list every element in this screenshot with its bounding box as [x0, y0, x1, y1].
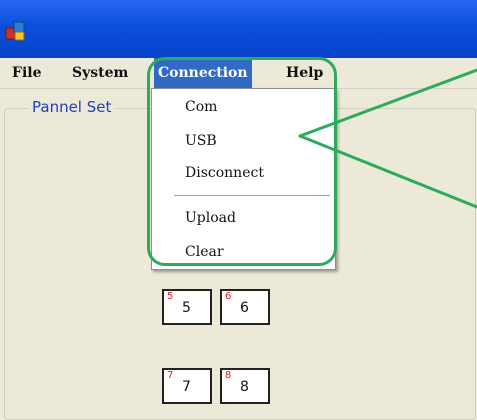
connection-dropdown-menu: Com USB Disconnect Upload Clear [151, 88, 336, 270]
pannel-box-5[interactable]: 5 5 [162, 289, 212, 325]
pannel-box-6[interactable]: 6 6 [220, 289, 270, 325]
menu-file[interactable]: File [8, 58, 45, 88]
menu-help[interactable]: Help [282, 58, 327, 88]
app-icon [5, 21, 25, 41]
menu-item-com[interactable]: Com [185, 99, 217, 115]
pannel-box-7[interactable]: 7 7 [162, 368, 212, 404]
pannel-index: 6 [225, 291, 232, 302]
pannel-index: 8 [225, 370, 232, 381]
menu-item-usb[interactable]: USB [185, 133, 217, 149]
menu-separator [174, 195, 330, 197]
menu-system[interactable]: System [68, 58, 132, 88]
pannel-set-legend: Pannel Set [28, 98, 116, 116]
pannel-index: 7 [167, 370, 174, 381]
menu-bar: File System Connection Help [0, 58, 477, 89]
pannel-label: 5 [182, 300, 191, 316]
pannel-label: 7 [182, 379, 191, 395]
menu-item-clear[interactable]: Clear [185, 244, 224, 260]
title-bar [0, 0, 477, 58]
pannel-index: 5 [167, 291, 174, 302]
menu-item-disconnect[interactable]: Disconnect [185, 165, 264, 181]
pannel-box-8[interactable]: 8 8 [220, 368, 270, 404]
menu-item-upload[interactable]: Upload [185, 210, 236, 226]
pannel-label: 6 [240, 300, 249, 316]
menu-connection[interactable]: Connection [154, 58, 252, 88]
pannel-label: 8 [240, 379, 249, 395]
